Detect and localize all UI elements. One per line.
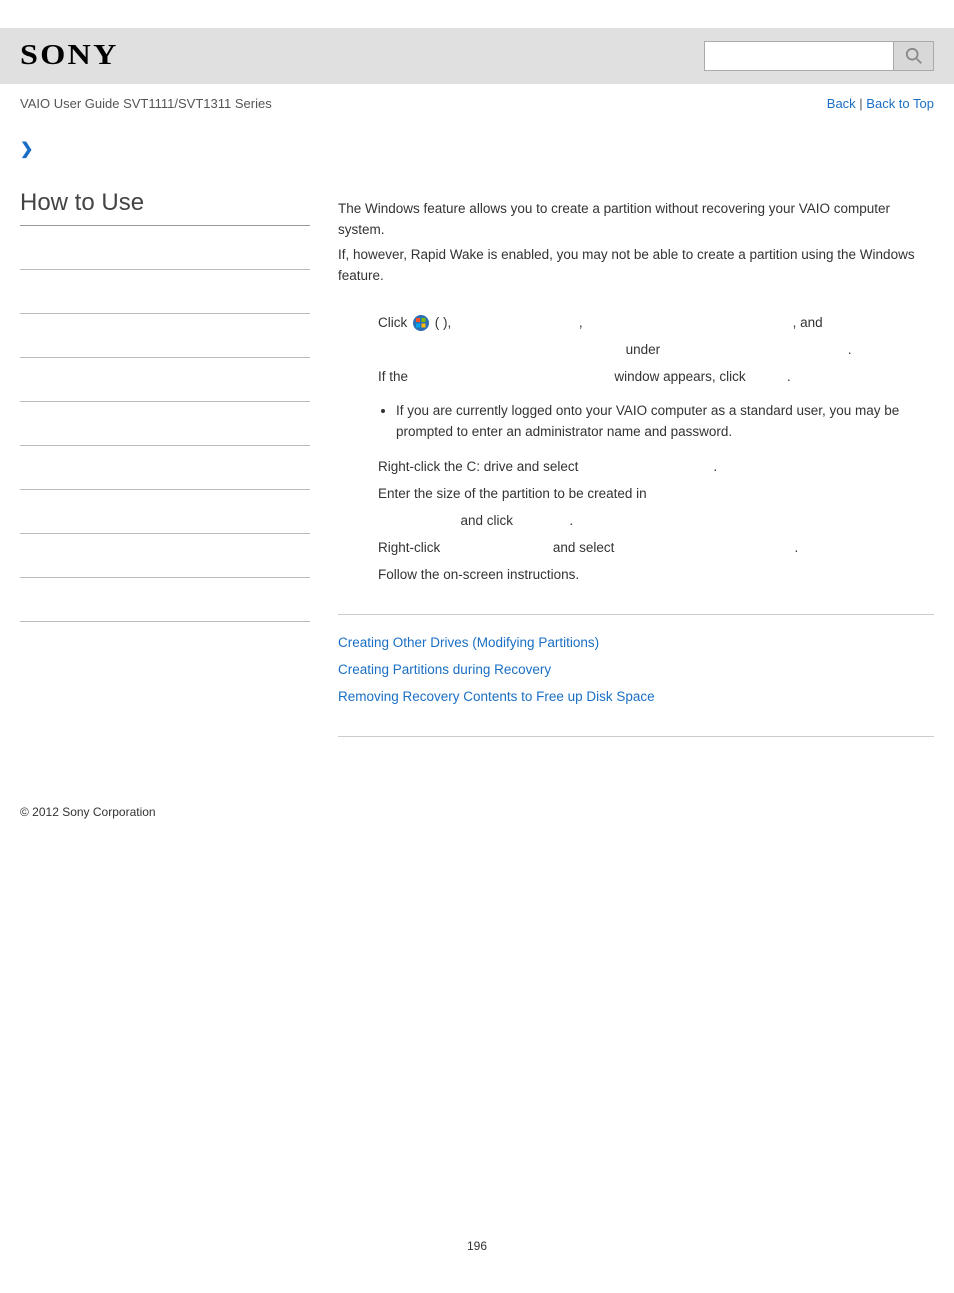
step-text: Enter the size of the partition to be cr…	[378, 486, 647, 501]
step-3-line2: and click .	[378, 511, 934, 532]
back-to-top-link[interactable]: Back to Top	[866, 96, 934, 111]
windows-start-icon	[413, 315, 429, 331]
page-number: 196	[0, 1239, 954, 1253]
back-link[interactable]: Back	[827, 96, 856, 111]
step-text: .	[848, 342, 852, 357]
step-text: If the	[378, 369, 408, 384]
breadcrumb-row: ❯	[0, 111, 954, 159]
sidebar-title: How to Use	[20, 189, 310, 226]
step-text	[664, 342, 844, 357]
separator	[338, 736, 934, 737]
separator	[338, 614, 934, 615]
related-topics: Creating Other Drives (Modifying Partiti…	[338, 633, 934, 708]
step-text	[378, 513, 457, 528]
guide-title: VAIO User Guide SVT1111/SVT1311 Series	[20, 96, 272, 111]
note-text: If you are currently logged onto your VA…	[396, 401, 934, 443]
intro-text-1: The Windows feature allows you to create…	[338, 199, 934, 241]
step-1-line2: under .	[378, 340, 934, 361]
note-bullet: If you are currently logged onto your VA…	[378, 401, 934, 443]
sidebar-item[interactable]	[20, 402, 310, 446]
link-separator: |	[856, 96, 867, 111]
sidebar-item[interactable]	[20, 314, 310, 358]
step-4: Right-click and select .	[378, 538, 934, 559]
sony-logo: SONY	[20, 40, 119, 72]
step-text	[586, 315, 789, 330]
step-text: .	[713, 459, 717, 474]
step-text: .	[569, 513, 573, 528]
step-text	[749, 369, 783, 384]
main-content: The Windows feature allows you to create…	[338, 189, 934, 755]
step-text	[378, 342, 622, 357]
intro-text-2: If, however, Rapid Wake is enabled, you …	[338, 245, 934, 287]
step-text: .	[794, 540, 798, 555]
step-text	[582, 459, 710, 474]
step-text: , and	[793, 315, 823, 330]
step-text: Right-click	[378, 540, 440, 555]
search-wrap	[704, 41, 934, 71]
step-text: window appears, click	[614, 369, 745, 384]
footer: © 2012 Sony Corporation	[0, 755, 954, 819]
sidebar-item[interactable]	[20, 358, 310, 402]
step-text: Click	[378, 315, 411, 330]
step-text: .	[787, 369, 791, 384]
step-text: ( ),	[435, 315, 455, 330]
sidebar-list	[20, 226, 310, 622]
sidebar-item[interactable]	[20, 534, 310, 578]
step-5: Follow the on-screen instructions.	[378, 565, 934, 586]
magnifier-icon	[905, 47, 923, 65]
step-text	[455, 315, 575, 330]
related-link-1[interactable]: Creating Other Drives (Modifying Partiti…	[338, 633, 934, 654]
subheader-row: VAIO User Guide SVT1111/SVT1311 Series B…	[0, 84, 954, 111]
step-text	[618, 540, 791, 555]
chevron-right-icon: ❯	[20, 141, 33, 158]
step-text: and select	[553, 540, 615, 555]
step-text	[517, 513, 566, 528]
step-text: under	[626, 342, 661, 357]
header-bar: SONY	[0, 28, 954, 84]
step-1: Click ( ), , ,	[378, 313, 934, 334]
search-button[interactable]	[894, 41, 934, 71]
sidebar-item[interactable]	[20, 446, 310, 490]
step-text	[412, 369, 611, 384]
sidebar: How to Use	[20, 189, 310, 755]
step-2: Right-click the C: drive and select .	[378, 457, 934, 478]
steps-block: Click ( ), , ,	[338, 313, 934, 586]
search-input[interactable]	[704, 41, 894, 71]
sidebar-item[interactable]	[20, 578, 310, 622]
related-link-2[interactable]: Creating Partitions during Recovery	[338, 660, 934, 681]
sidebar-item[interactable]	[20, 270, 310, 314]
sidebar-item[interactable]	[20, 490, 310, 534]
step-3: Enter the size of the partition to be cr…	[378, 484, 934, 505]
intro-block: The Windows feature allows you to create…	[338, 199, 934, 287]
step-text: and click	[461, 513, 514, 528]
top-links: Back | Back to Top	[827, 96, 934, 111]
sidebar-item[interactable]	[20, 226, 310, 270]
step-1-line3: If the window appears, click .	[378, 367, 934, 388]
step-text: Follow the on-screen instructions.	[378, 567, 579, 582]
step-text	[444, 540, 549, 555]
related-link-3[interactable]: Removing Recovery Contents to Free up Di…	[338, 687, 934, 708]
step-text: Right-click the C: drive and select	[378, 459, 578, 474]
copyright-text: © 2012 Sony Corporation	[20, 805, 156, 819]
